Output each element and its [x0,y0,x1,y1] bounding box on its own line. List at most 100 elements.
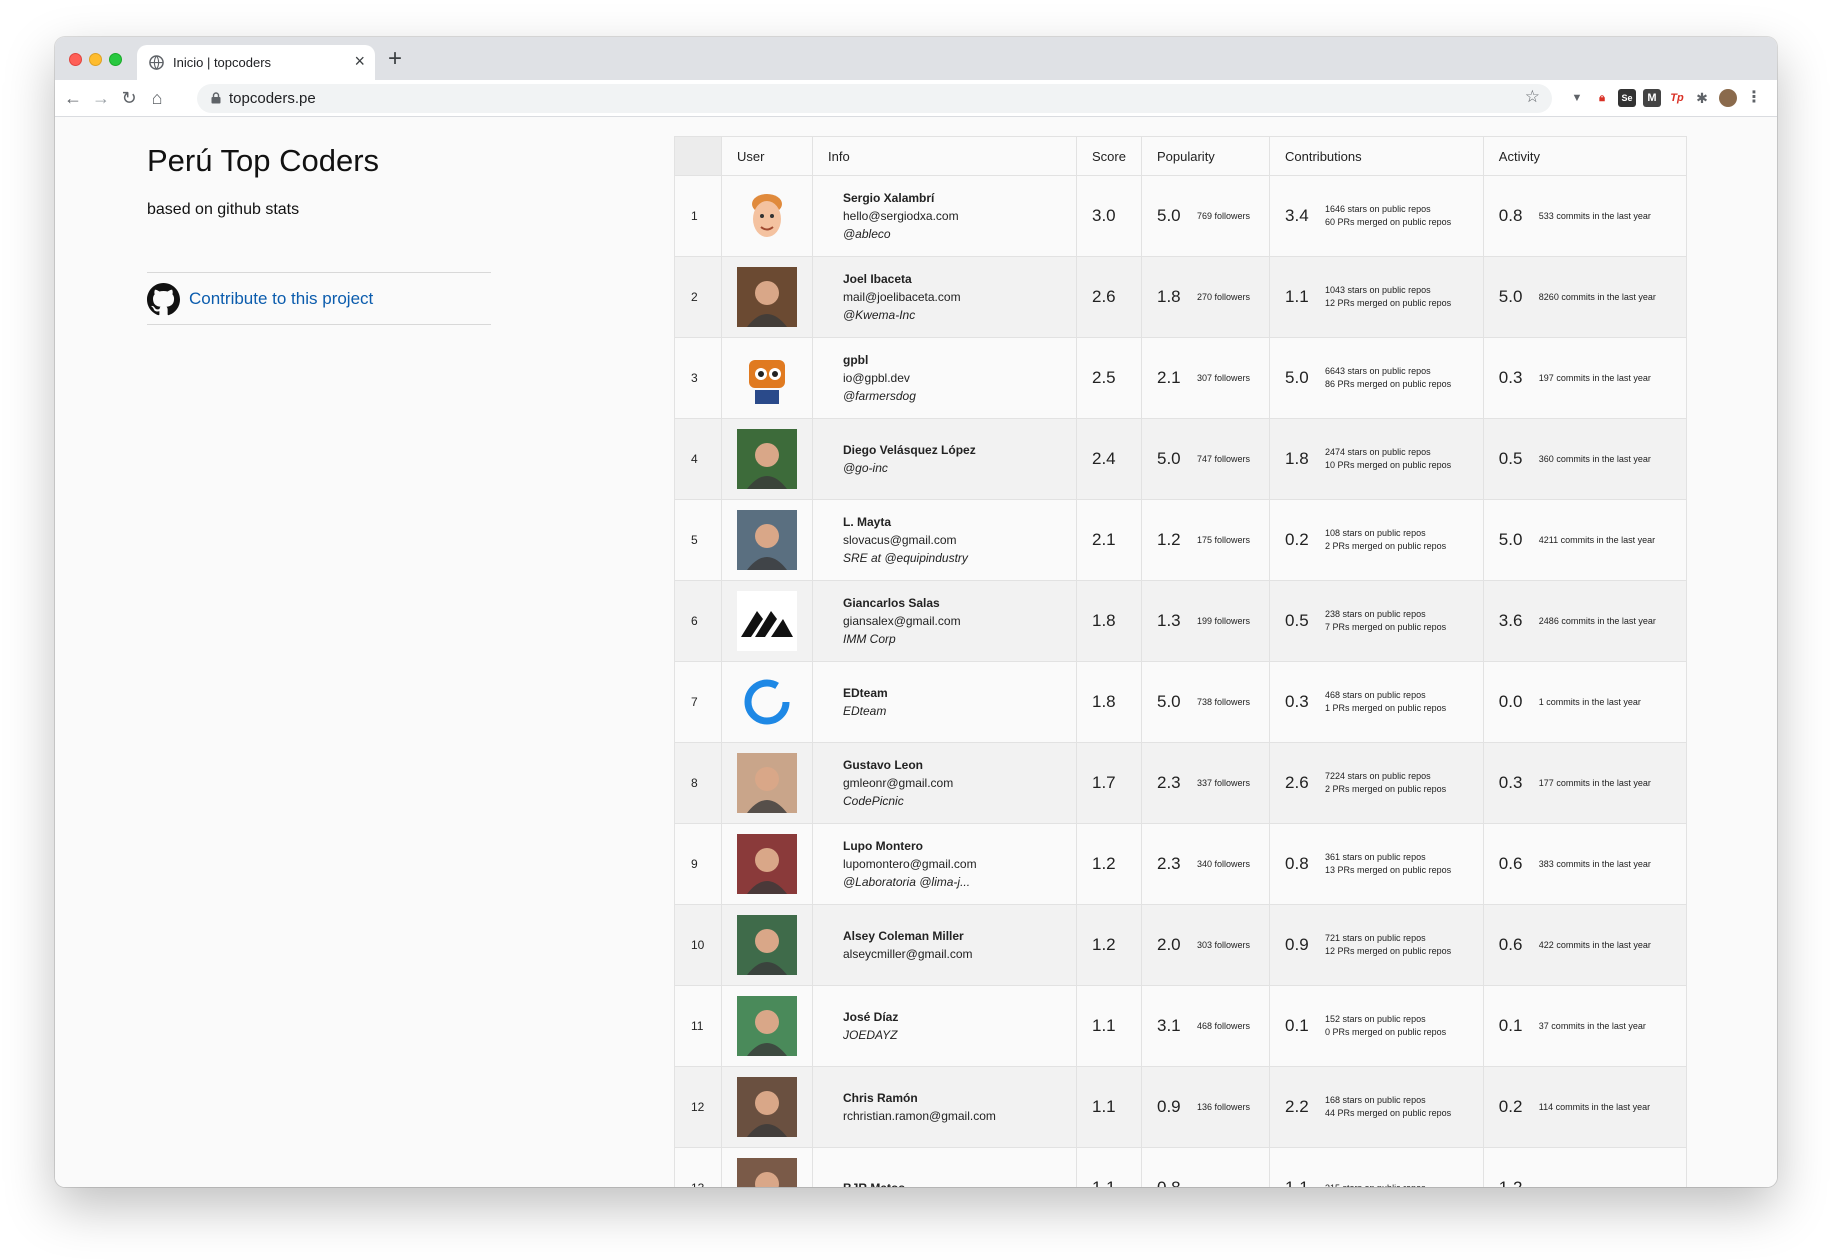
user-name: Alsey Coleman Miller [843,929,964,943]
activity-value: 3.6 [1498,611,1523,630]
avatar[interactable] [737,348,797,408]
close-tab-icon[interactable]: × [354,52,365,70]
rank-number: 11 [674,985,722,1067]
avatar-cell [721,985,813,1067]
activity-cell: 0.5 360 commits in the last year [1482,418,1688,500]
address-bar[interactable]: topcoders.pe ☆ [197,84,1552,113]
reload-icon[interactable]: ↻ [117,86,141,110]
activity-cell: 0.1 37 commits in the last year [1482,985,1688,1067]
followers-text: 769 followers [1197,210,1251,221]
popularity-cell: 2.3 340 followers [1140,823,1271,905]
extension-se-icon[interactable]: Se [1618,89,1636,107]
activity-cell: 5.0 4211 commits in the last year [1482,499,1688,581]
commits-text: 422 commits in the last year [1538,939,1651,950]
user-name: gpbl [843,353,869,367]
user-name: BJR Matos [843,1179,1076,1187]
user-email: slovacus@gmail.com [843,533,957,547]
popularity-cell: 1.3 199 followers [1140,580,1271,662]
popularity-cell: 2.1 307 followers [1140,337,1271,419]
profile-avatar[interactable] [1719,89,1737,107]
avatar[interactable] [737,186,797,246]
contribute-link[interactable]: Contribute to this project [147,282,373,316]
avatar[interactable] [737,429,797,489]
user-email: mail@joelibaceta.com [843,290,961,304]
rank-number: 9 [674,823,722,905]
page-content: Perú Top Coders based on github stats Co… [55,117,1777,1187]
user-info: BJR Matos [812,1147,1077,1187]
column-header-user[interactable]: User [721,136,813,176]
extension-v-icon[interactable]: ▼ [1568,89,1586,107]
table-row: 5 L. Mayta slovacus@gmail.com SRE at @equip… [674,499,1688,581]
contributions-value: 0.9 [1285,935,1309,954]
stars-text: 721 stars on public repos [1325,933,1426,943]
user-info: Chris Ramón rchristian.ramon@gmail.com [812,1066,1077,1148]
column-header-activity[interactable]: Activity [1482,136,1688,176]
rank-number: 10 [674,904,722,986]
back-icon[interactable]: ← [61,86,85,110]
activity-cell: 0.0 1 commits in the last year [1482,661,1688,743]
extension-lock-icon[interactable]: 🔒︎ [1593,89,1611,107]
github-icon [147,282,180,315]
user-company: @farmersdog [843,389,916,403]
home-icon[interactable]: ⌂ [145,86,169,110]
column-header-popularity[interactable]: Popularity [1140,136,1271,176]
stars-text: 168 stars on public repos [1325,1095,1426,1105]
user-company: @ableco [843,227,891,241]
contributions-cell: 1.8 2474 stars on public repos 10 PRs merg… [1269,418,1484,500]
avatar[interactable] [737,267,797,327]
contributions-cell: 1.1315 stars on public repos [1269,1147,1484,1187]
column-header-rank[interactable] [674,136,722,176]
column-header-score[interactable]: Score [1076,136,1142,176]
user-name: Giancarlos Salas [843,596,940,610]
avatar[interactable] [737,834,797,894]
score-value: 1.1 [1076,1066,1142,1148]
avatar[interactable] [737,996,797,1056]
puzzle-icon[interactable]: ✱ [1693,89,1711,107]
prs-text: 86 PRs merged on public repos [1325,379,1452,389]
commits-text: 197 commits in the last year [1538,372,1651,383]
prs-text: 60 PRs merged on public repos [1325,217,1452,227]
popularity-cell: 0.9 136 followers [1140,1066,1271,1148]
zoom-window-button[interactable] [109,53,122,66]
avatar[interactable] [737,1158,797,1187]
new-tab-button[interactable]: + [388,45,402,73]
activity-value: 5.0 [1498,287,1523,306]
user-company: @Kwema-Inc [843,308,916,322]
avatar[interactable] [737,672,797,732]
avatar[interactable] [737,753,797,813]
popularity-value: 1.2 [1157,530,1181,549]
prs-text: 0 PRs merged on public repos [1325,1027,1447,1037]
forward-icon[interactable]: → [89,86,113,110]
extension-m-icon[interactable]: M [1643,89,1661,107]
user-info: gpbl io@gpbl.dev @farmersdog [812,337,1077,419]
close-window-button[interactable] [69,53,82,66]
contributions-cell: 0.1 152 stars on public repos 0 PRs merged… [1269,985,1484,1067]
column-header-contributions[interactable]: Contributions [1269,136,1484,176]
tab-strip: Inicio | topcoders × + [55,37,1777,80]
avatar[interactable] [737,1077,797,1137]
bookmark-star-icon[interactable]: ☆ [1525,87,1540,107]
contributions-cell: 2.6 7224 stars on public repos 2 PRs merge… [1269,742,1484,824]
avatar[interactable] [737,510,797,570]
avatar-cell [721,580,813,662]
user-name: Gustavo Leon [843,758,924,772]
user-info: Alsey Coleman Miller alseycmiller@gmail.c… [812,904,1077,986]
contributions-value: 2.2 [1285,1097,1309,1116]
contributions-value: 3.4 [1285,206,1309,225]
user-info: Diego Velásquez López @go-inc [812,418,1077,500]
menu-kebab-icon[interactable]: ⋮ [1745,89,1763,107]
followers-text: 270 followers [1197,291,1251,302]
table-row: 12 Chris Ramón rchristian.ramon@gmail.com 1… [674,1066,1688,1148]
avatar[interactable] [737,915,797,975]
tab-active[interactable]: Inicio | topcoders × [137,45,375,80]
contributions-detail: 361 stars on public repos 13 PRs merged o… [1325,851,1451,877]
table-header-row: User Info Score Popularity Contributions… [674,136,1688,176]
stars-text: 6643 stars on public repos [1325,366,1431,376]
avatar-cell [721,256,813,338]
minimize-window-button[interactable] [89,53,102,66]
extension-tp-icon[interactable]: Tp [1668,89,1686,107]
commits-text: 533 commits in the last year [1538,210,1651,221]
user-info: José Díaz JOEDAYZ [812,985,1077,1067]
avatar[interactable] [737,591,797,651]
column-header-info[interactable]: Info [812,136,1077,176]
